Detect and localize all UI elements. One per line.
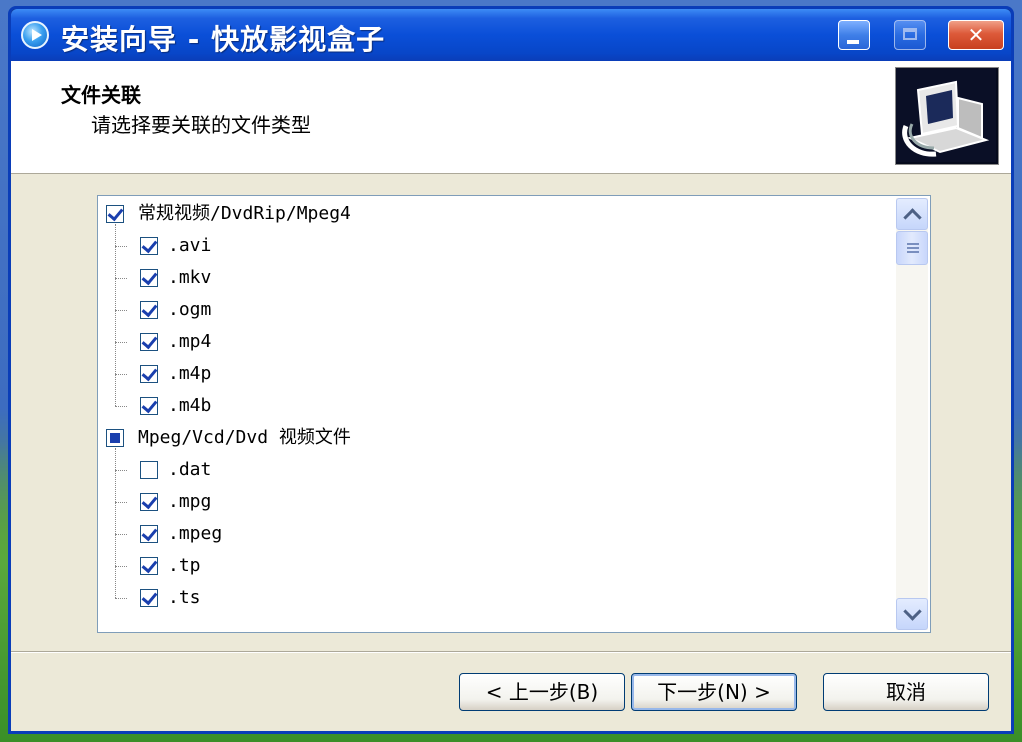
tree-item[interactable]: .mpg xyxy=(98,486,888,518)
wizard-header: 文件关联 请选择要关联的文件类型 xyxy=(11,61,1011,174)
tree-group[interactable]: Mpeg/Vcd/Dvd 视频文件 xyxy=(98,422,888,454)
item-label: .m4b xyxy=(168,395,212,416)
close-button[interactable] xyxy=(948,20,1004,50)
item-label: .avi xyxy=(168,235,212,256)
tree-connector xyxy=(115,448,116,598)
maximize-button xyxy=(894,20,926,50)
item-label: .dat xyxy=(168,459,212,480)
tree-connector xyxy=(115,470,127,471)
dialog-client-area: 文件关联 请选择要关联的文件类型 常规视频/DvdRip/Mpeg4 .avi … xyxy=(11,61,1011,731)
tree-connector xyxy=(115,406,127,407)
tree-item[interactable]: .m4p xyxy=(98,358,888,390)
group-checkbox[interactable] xyxy=(106,429,124,447)
next-button[interactable]: 下一步(N) > xyxy=(631,673,797,711)
item-label: .ogm xyxy=(168,299,212,320)
group-label: Mpeg/Vcd/Dvd 视频文件 xyxy=(138,427,351,448)
tree-connector xyxy=(115,342,127,343)
back-button[interactable]: < 上一步(B) xyxy=(459,673,625,711)
item-checkbox[interactable] xyxy=(140,269,158,287)
tree-connector xyxy=(115,310,127,311)
item-label: .m4p xyxy=(168,363,212,384)
scroll-thumb[interactable] xyxy=(896,231,928,265)
item-checkbox[interactable] xyxy=(140,365,158,383)
item-label: .mp4 xyxy=(168,331,212,352)
vertical-scrollbar[interactable] xyxy=(896,198,928,630)
item-label: .mpeg xyxy=(168,523,223,544)
item-checkbox[interactable] xyxy=(140,525,158,543)
tree-connector xyxy=(115,224,116,406)
tree-connector xyxy=(115,598,127,599)
tree-item[interactable]: .tp xyxy=(98,550,888,582)
scroll-up-button[interactable] xyxy=(896,198,928,230)
tree-item[interactable]: .ts xyxy=(98,582,888,614)
file-association-tree[interactable]: 常规视频/DvdRip/Mpeg4 .avi .mkv .ogm .mp4 .m4p .m4… xyxy=(97,195,931,633)
item-checkbox[interactable] xyxy=(140,237,158,255)
page-subtitle: 请选择要关联的文件类型 xyxy=(91,113,311,137)
item-checkbox[interactable] xyxy=(140,461,158,479)
tree-connector xyxy=(115,246,127,247)
installer-window: 安装向导 - 快放影视盒子 文件关联 请选择要关联的文件类型 xyxy=(8,6,1014,734)
window-title: 安装向导 - 快放影视盒子 xyxy=(61,23,386,56)
tree-item[interactable]: .ogm xyxy=(98,294,888,326)
tree-connector xyxy=(115,566,127,567)
tree-item[interactable]: .mp4 xyxy=(98,326,888,358)
tree-item[interactable]: .dat xyxy=(98,454,888,486)
page-title: 文件关联 xyxy=(61,83,141,107)
item-checkbox[interactable] xyxy=(140,333,158,351)
tree-item[interactable]: .avi xyxy=(98,230,888,262)
minimize-button[interactable] xyxy=(838,20,870,50)
group-checkbox[interactable] xyxy=(106,205,124,223)
button-separator xyxy=(11,651,1011,653)
installer-computer-icon xyxy=(895,67,999,165)
tree-item[interactable]: .mpeg xyxy=(98,518,888,550)
app-play-icon xyxy=(21,21,49,49)
group-label: 常规视频/DvdRip/Mpeg4 xyxy=(138,203,351,224)
tree-item[interactable]: .mkv xyxy=(98,262,888,294)
item-checkbox[interactable] xyxy=(140,589,158,607)
item-checkbox[interactable] xyxy=(140,301,158,319)
tree-group[interactable]: 常规视频/DvdRip/Mpeg4 xyxy=(98,198,888,230)
item-checkbox[interactable] xyxy=(140,493,158,511)
item-label: .mkv xyxy=(168,267,212,288)
cancel-button[interactable]: 取消 xyxy=(823,673,989,711)
item-label: .tp xyxy=(168,555,201,576)
tree-connector xyxy=(115,374,127,375)
item-label: .mpg xyxy=(168,491,212,512)
tree-connector xyxy=(115,278,127,279)
scroll-down-button[interactable] xyxy=(896,598,928,630)
item-label: .ts xyxy=(168,587,201,608)
tree-item[interactable]: .m4b xyxy=(98,390,888,422)
tree-connector xyxy=(115,502,127,503)
title-bar[interactable]: 安装向导 - 快放影视盒子 xyxy=(11,9,1011,61)
item-checkbox[interactable] xyxy=(140,397,158,415)
tree-connector xyxy=(115,534,127,535)
item-checkbox[interactable] xyxy=(140,557,158,575)
